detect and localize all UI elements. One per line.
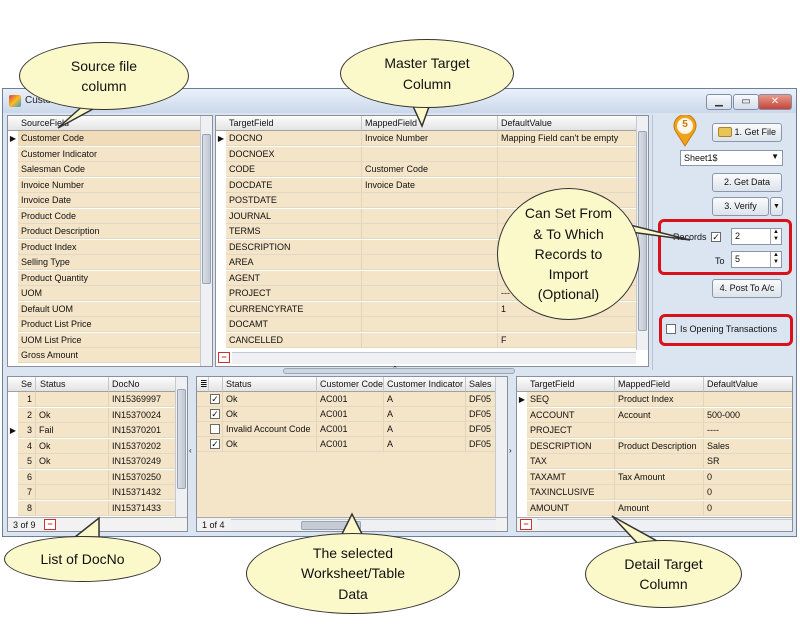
records-callout: Can Set From & To Which Records to Impor… bbox=[497, 188, 640, 320]
master-callout: Master Target Column bbox=[340, 39, 514, 108]
detail-callout: Detail Target Column bbox=[585, 540, 742, 608]
selected-data-callout: The selected Worksheet/Table Data bbox=[246, 533, 460, 614]
docno-callout: List of DocNo bbox=[4, 536, 161, 582]
source-callout: Source file column bbox=[19, 42, 189, 110]
